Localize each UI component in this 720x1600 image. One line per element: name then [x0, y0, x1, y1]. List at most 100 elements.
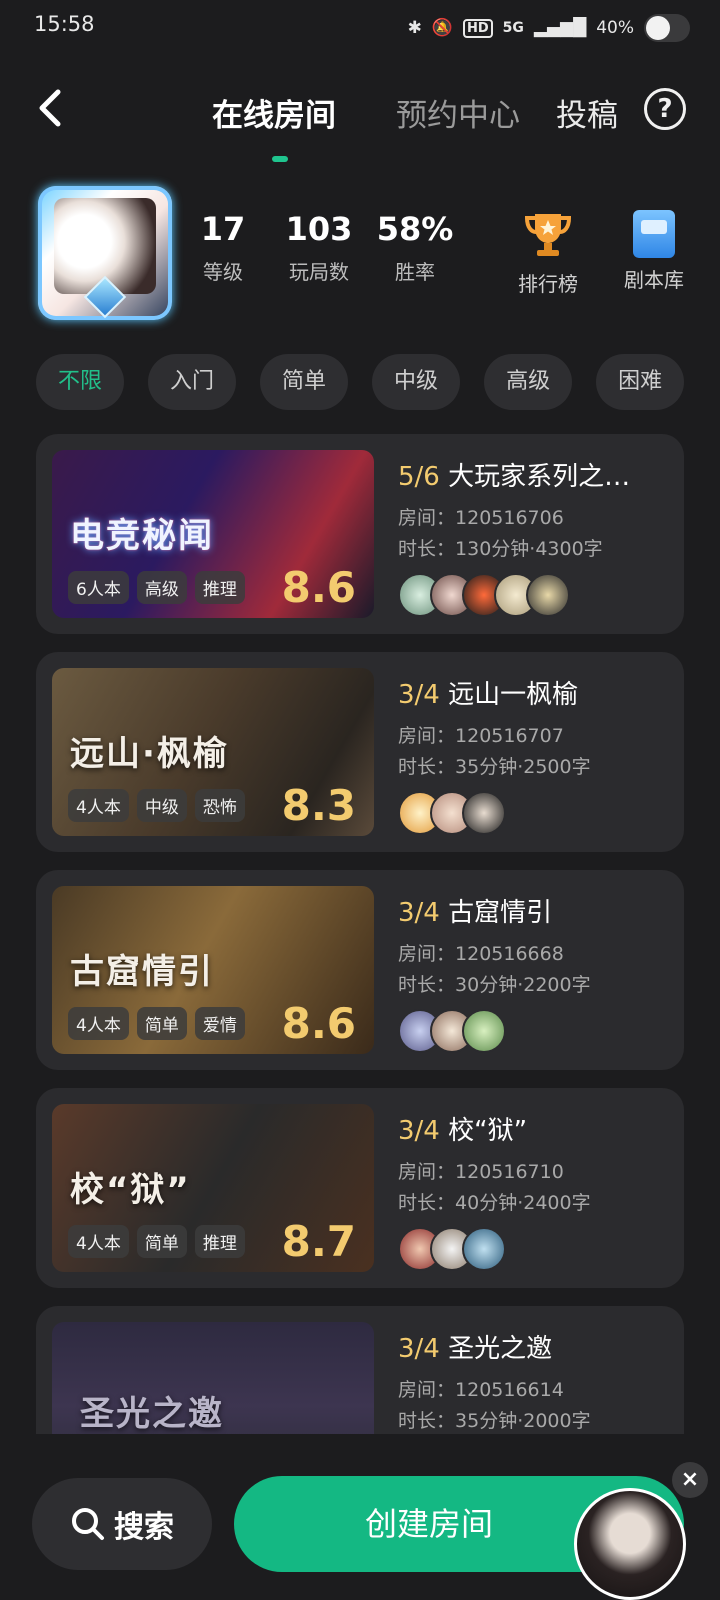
room-duration: 35分钟·2500字	[455, 756, 591, 778]
script-library-button[interactable]: 剧本库	[614, 210, 694, 293]
room-id-row: 房间：120516710	[398, 1161, 564, 1183]
filter-chip-advanced[interactable]: 高级	[484, 354, 573, 410]
room-score: 8.6	[281, 563, 356, 612]
seat-count: 3/4	[398, 680, 440, 710]
room-title: 3/4 远山一枫榆	[398, 674, 668, 711]
stat-value: 17	[200, 210, 246, 248]
tag-genre: 恐怖	[194, 789, 245, 822]
room-score: 8.7	[281, 1217, 356, 1266]
network-label: 5G	[502, 20, 524, 36]
tab-active-indicator	[272, 156, 288, 162]
difficulty-filter-bar: 不限 入门 简单 中级 高级 困难	[36, 354, 720, 410]
room-name: 校“狱”	[439, 1116, 528, 1146]
room-id: 120516706	[455, 507, 564, 529]
trophy-icon	[524, 214, 572, 256]
help-icon[interactable]: ?	[644, 88, 686, 130]
filter-chip-all[interactable]: 不限	[36, 354, 125, 410]
tag-players: 4人本	[68, 1007, 129, 1040]
player-avatar	[526, 573, 570, 617]
room-card[interactable]: 校“狱” 4人本 简单 推理 8.7 3/4 校“狱” 房间：120516710…	[36, 1088, 684, 1288]
room-card[interactable]: 远山·枫榆 4人本 中级 恐怖 8.3 3/4 远山一枫榆 房间：1205167…	[36, 652, 684, 852]
tag-difficulty: 简单	[136, 1225, 187, 1258]
profile-summary: 17 等级 103 玩局数 58% 胜率 排行榜 剧本库	[0, 186, 720, 326]
room-info: 5/6 大玩家系列之… 房间：120516706 时长：130分钟·4300字	[398, 456, 668, 617]
room-name: 圣光之邀	[439, 1334, 553, 1364]
player-avatar	[462, 1009, 506, 1053]
search-button[interactable]: 搜索	[32, 1478, 212, 1570]
floating-voice-avatar[interactable]	[574, 1488, 686, 1600]
room-id: 120516710	[455, 1161, 564, 1183]
room-id: 120516614	[455, 1379, 564, 1401]
room-id-row: 房间：120516706	[398, 507, 564, 529]
close-icon[interactable]: ×	[672, 1462, 708, 1498]
room-id-row: 房间：120516614	[398, 1379, 564, 1401]
room-list: 电竞秘闻 6人本 高级 推理 8.6 5/6 大玩家系列之… 房间：120516…	[36, 434, 684, 1434]
room-duration-row: 时长：35分钟·2000字	[398, 1410, 591, 1432]
avatar[interactable]	[38, 186, 172, 320]
book-icon	[633, 210, 675, 258]
room-card[interactable]: 圣光之邀 3/4 圣光之邀 房间：120516614 时长：35分钟·2000字	[36, 1306, 684, 1434]
bottom-action-bar: 搜索 创建房间 ×	[0, 1440, 720, 1600]
cover-title: 远山·枫榆	[70, 734, 229, 774]
tag-list: 6人本 高级 推理	[68, 571, 245, 604]
status-bar: 15:58 ✱ 🔕 HD 5G ▂▄▆█ 40%	[0, 0, 720, 56]
hd-badge: HD	[463, 18, 493, 38]
bluetooth-icon: ✱	[407, 18, 422, 38]
tag-genre: 推理	[194, 571, 245, 604]
room-name: 远山一枫榆	[439, 680, 579, 710]
filter-chip-medium[interactable]: 中级	[372, 354, 461, 410]
player-avatars	[398, 1227, 668, 1271]
cover-title: 古窟情引	[70, 952, 214, 992]
battery-icon	[644, 14, 690, 42]
player-avatar	[462, 1227, 506, 1271]
stat-label: 玩局数	[289, 260, 349, 284]
cover-title: 电竞秘闻	[70, 516, 214, 556]
room-info: 3/4 远山一枫榆 房间：120516707 时长：35分钟·2500字	[398, 674, 668, 835]
tag-difficulty: 高级	[136, 571, 187, 604]
top-nav: 在线房间 预约中心 投稿 ?	[0, 70, 720, 170]
leaderboard-button[interactable]: 排行榜	[508, 210, 588, 297]
tab-online-rooms[interactable]: 在线房间	[212, 90, 336, 135]
room-duration: 40分钟·2400字	[455, 1192, 591, 1214]
room-id: 120516707	[455, 725, 564, 747]
room-id-row: 房间：120516707	[398, 725, 564, 747]
tag-difficulty: 简单	[136, 1007, 187, 1040]
tag-players: 4人本	[68, 1225, 129, 1258]
room-score: 8.3	[281, 781, 356, 830]
seat-count: 3/4	[398, 1116, 440, 1146]
room-id-row: 房间：120516668	[398, 943, 564, 965]
room-id: 120516668	[455, 943, 564, 965]
stat-value: 58%	[376, 210, 454, 248]
stat-label: 等级	[203, 260, 243, 284]
room-info: 3/4 圣光之邀 房间：120516614 时长：35分钟·2000字	[398, 1328, 668, 1433]
mute-icon: 🔕	[431, 18, 453, 38]
player-avatars	[398, 573, 668, 617]
status-time: 15:58	[34, 12, 95, 36]
tag-players: 4人本	[68, 789, 129, 822]
room-duration-row: 时长：40分钟·2400字	[398, 1192, 591, 1214]
filter-chip-intro[interactable]: 入门	[148, 354, 237, 410]
room-info: 3/4 校“狱” 房间：120516710 时长：40分钟·2400字	[398, 1110, 668, 1271]
room-duration: 35分钟·2000字	[455, 1410, 591, 1432]
tag-list: 4人本 简单 推理	[68, 1225, 245, 1258]
filter-chip-hard[interactable]: 困难	[596, 354, 685, 410]
room-name: 古窟情引	[439, 898, 553, 928]
status-icons: ✱ 🔕 HD 5G ▂▄▆█ 40%	[408, 14, 690, 42]
stat-value: 103	[285, 210, 353, 248]
filter-chip-easy[interactable]: 简单	[260, 354, 349, 410]
stat-games: 103 玩局数	[274, 210, 364, 285]
room-title: 3/4 古窟情引	[398, 892, 668, 929]
tag-genre: 推理	[194, 1225, 245, 1258]
tag-difficulty: 中级	[136, 789, 187, 822]
room-cover: 古窟情引 4人本 简单 爱情 8.6	[52, 886, 374, 1054]
tab-reservation-center[interactable]: 预约中心	[396, 90, 520, 135]
room-card[interactable]: 电竞秘闻 6人本 高级 推理 8.6 5/6 大玩家系列之… 房间：120516…	[36, 434, 684, 634]
room-card[interactable]: 古窟情引 4人本 简单 爱情 8.6 3/4 古窟情引 房间：120516668…	[36, 870, 684, 1070]
room-cover: 圣光之邀	[52, 1322, 374, 1434]
room-score: 8.6	[281, 999, 356, 1048]
chevron-left-icon[interactable]	[30, 86, 74, 130]
script-library-label: 剧本库	[624, 268, 684, 292]
room-info: 3/4 古窟情引 房间：120516668 时长：30分钟·2200字	[398, 892, 668, 1053]
tab-submit[interactable]: 投稿	[556, 90, 618, 135]
cover-title: 圣光之邀	[80, 1394, 224, 1434]
